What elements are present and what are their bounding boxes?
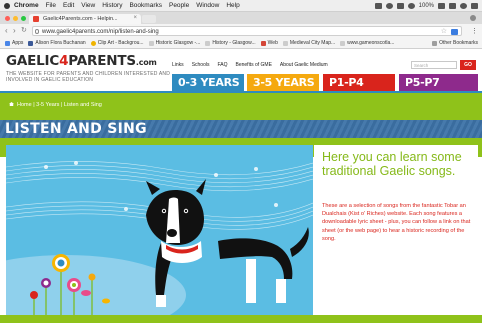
menu-help[interactable]: Help bbox=[226, 2, 239, 9]
star-icon bbox=[90, 40, 96, 46]
status-icons: 100% bbox=[374, 2, 478, 9]
battery-percent: 100% bbox=[418, 2, 434, 9]
page-icon bbox=[282, 40, 288, 46]
bookmark-apps[interactable]: Apps bbox=[5, 40, 23, 46]
menu-people[interactable]: People bbox=[169, 2, 189, 9]
intro-body: These are a selection of songs from the … bbox=[322, 203, 471, 242]
bookmark-7[interactable]: www.gameonscotla... bbox=[340, 40, 394, 46]
info-icon[interactable] bbox=[35, 29, 39, 34]
menu-history[interactable]: History bbox=[102, 2, 122, 9]
intro-heading: Here you can learn some traditional Gael… bbox=[322, 150, 462, 178]
tab-title: Gaelic4Parents.com - Helpin... bbox=[43, 16, 118, 22]
menu-bookmarks[interactable]: Bookmarks bbox=[129, 2, 162, 9]
search-input[interactable]: Search bbox=[411, 61, 457, 69]
menu-edit[interactable]: Edit bbox=[63, 2, 74, 9]
bookmark-1[interactable]: Alison Flora Buchanan bbox=[28, 40, 86, 46]
bookmarks-bar: Apps Alison Flora Buchanan Clip Art - Ba… bbox=[0, 38, 482, 49]
battery-icon[interactable] bbox=[438, 2, 445, 9]
nav-schools[interactable]: Schools bbox=[192, 62, 210, 68]
bookmark-6[interactable]: Medieval City Map... bbox=[282, 40, 335, 46]
search-go-button[interactable]: GO bbox=[460, 60, 476, 70]
breadcrumb: Home | 3-5 Years | Listen and Sing bbox=[9, 102, 102, 108]
breadcrumb-level[interactable]: 3-5 Years bbox=[36, 102, 59, 108]
other-bookmarks[interactable]: Other Bookmarks bbox=[432, 40, 478, 46]
page-title: LISTEN AND SING bbox=[5, 121, 147, 137]
top-navigation: Links Schools FAQ Benefits of GME About … bbox=[172, 62, 328, 68]
spotlight-icon[interactable] bbox=[460, 2, 467, 9]
os-menu-bar: Chrome File Edit View History Bookmarks … bbox=[0, 0, 482, 12]
nav-faq[interactable]: FAQ bbox=[217, 62, 227, 68]
wifi-icon[interactable] bbox=[407, 2, 415, 9]
new-tab-button[interactable] bbox=[142, 15, 156, 23]
window-controls bbox=[5, 16, 26, 21]
bookmark-star-icon[interactable]: ☆ bbox=[441, 27, 447, 37]
apple-icon[interactable] bbox=[4, 2, 10, 9]
menu-view[interactable]: View bbox=[81, 2, 95, 9]
reload-icon[interactable]: ↻ bbox=[21, 26, 27, 36]
chrome-menu-icon[interactable]: ⋮ bbox=[471, 27, 478, 35]
tab-p1-p4[interactable]: P1-P4 bbox=[323, 74, 395, 91]
list-icon[interactable] bbox=[471, 2, 478, 9]
url-text: www.gaelic4parents.com/nip/listen-and-si… bbox=[42, 29, 159, 35]
favicon-icon bbox=[33, 16, 39, 22]
forward-icon[interactable]: › bbox=[13, 26, 16, 36]
intro-panel: Here you can learn some traditional Gael… bbox=[314, 145, 478, 315]
page-icon bbox=[148, 40, 154, 46]
toolbar: ‹ › ↻ www.gaelic4parents.com/nip/listen-… bbox=[0, 24, 482, 38]
age-tabs: 0-3 YEARS 3-5 YEARS P1-P4 P5-P7 bbox=[0, 74, 482, 91]
bookmark-2[interactable]: Clip Art - Backgrou... bbox=[90, 40, 144, 46]
nav-about[interactable]: About Gaelic Medium bbox=[280, 62, 328, 68]
timemachine-icon[interactable] bbox=[385, 2, 393, 9]
user-icon[interactable] bbox=[449, 2, 456, 9]
extension-icon[interactable] bbox=[451, 29, 458, 35]
tab-0-3-years[interactable]: 0-3 YEARS bbox=[172, 74, 244, 91]
nav-benefits[interactable]: Benefits of GME bbox=[236, 62, 272, 68]
web-page: GAELIC4PARENTS.com THE WEBSITE FOR PAREN… bbox=[0, 49, 482, 323]
menu-file[interactable]: File bbox=[46, 2, 56, 9]
web-icon bbox=[260, 40, 266, 46]
breadcrumb-home[interactable]: Home bbox=[17, 102, 32, 108]
page-title-band: LISTEN AND SING bbox=[0, 120, 482, 138]
tab-strip: Gaelic4Parents.com - Helpin... × bbox=[0, 12, 482, 24]
facebook-icon bbox=[28, 40, 34, 46]
page-icon bbox=[205, 40, 211, 46]
bookmark-3[interactable]: Historic Glasgow -... bbox=[148, 40, 200, 46]
nav-links[interactable]: Links bbox=[172, 62, 184, 68]
illustration-svg bbox=[6, 145, 313, 315]
minimize-window-button[interactable] bbox=[13, 16, 18, 21]
page-icon bbox=[340, 40, 346, 46]
tab-3-5-years[interactable]: 3-5 YEARS bbox=[247, 74, 319, 91]
menu-app-name[interactable]: Chrome bbox=[14, 2, 39, 9]
home-icon bbox=[9, 102, 14, 106]
close-tab-icon[interactable]: × bbox=[133, 15, 137, 21]
address-bar[interactable]: www.gaelic4parents.com/nip/listen-and-si… bbox=[32, 26, 462, 36]
apps-icon bbox=[5, 40, 10, 46]
dog-illustration bbox=[6, 145, 313, 315]
bluetooth-icon[interactable] bbox=[396, 2, 404, 9]
footer-strip bbox=[0, 315, 482, 323]
zoom-window-button[interactable] bbox=[21, 16, 26, 21]
back-icon[interactable]: ‹ bbox=[5, 26, 8, 36]
profile-avatar[interactable] bbox=[470, 15, 476, 21]
bookmark-4[interactable]: History - Glasgow... bbox=[205, 40, 256, 46]
menu-window[interactable]: Window bbox=[196, 2, 219, 9]
tab-p5-p7[interactable]: P5-P7 bbox=[399, 74, 478, 91]
folder-icon bbox=[432, 40, 438, 46]
screenshot: Chrome File Edit View History Bookmarks … bbox=[0, 0, 482, 323]
bookmark-5[interactable]: Web bbox=[260, 40, 278, 46]
browser-tab[interactable]: Gaelic4Parents.com - Helpin... × bbox=[29, 14, 141, 24]
dropbox-icon[interactable] bbox=[374, 2, 382, 9]
close-window-button[interactable] bbox=[5, 16, 10, 21]
breadcrumb-current: Listen and Sing bbox=[63, 102, 102, 108]
site-logo[interactable]: GAELIC4PARENTS.com bbox=[6, 54, 157, 70]
